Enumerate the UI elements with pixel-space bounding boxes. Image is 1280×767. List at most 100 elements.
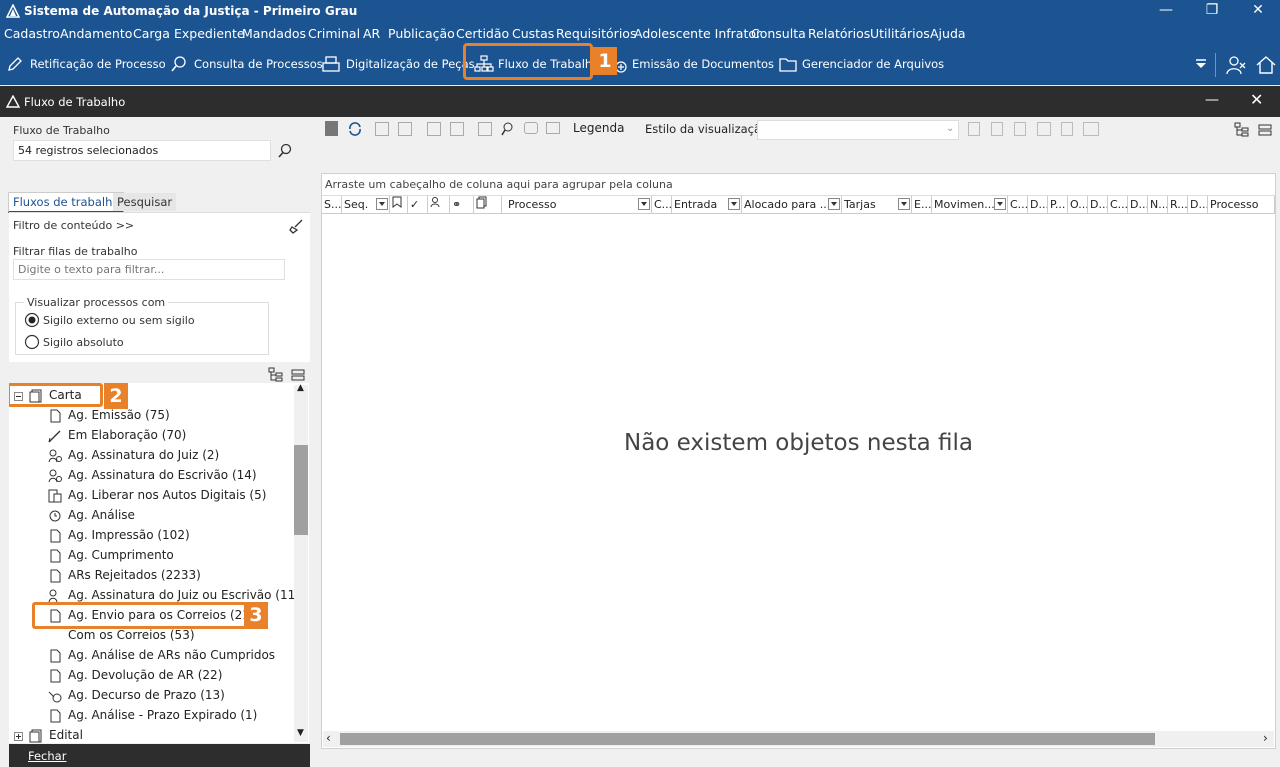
bookmark-icon bbox=[392, 196, 402, 208]
chevron-down-icon[interactable] bbox=[728, 198, 740, 210]
fluxo-select[interactable]: 54 registros selecionados bbox=[13, 140, 271, 161]
search-icon[interactable] bbox=[277, 143, 293, 159]
menu-ar[interactable]: AR bbox=[363, 26, 380, 41]
menu-ajuda[interactable]: Ajuda bbox=[930, 26, 966, 41]
action-icon[interactable] bbox=[427, 122, 441, 136]
action-icon[interactable] bbox=[546, 122, 560, 134]
col-seq[interactable]: Seq. bbox=[342, 196, 390, 213]
scroll-up-icon[interactable]: ▲ bbox=[297, 383, 304, 393]
col-c3[interactable]: C... bbox=[1108, 196, 1128, 213]
menu-utilitarios[interactable]: Utilitários bbox=[870, 26, 930, 41]
filtro-conteudo-link[interactable]: Filtro de conteúdo >> bbox=[13, 219, 134, 232]
col-d2[interactable]: D... bbox=[1088, 196, 1108, 213]
col-c1[interactable]: C... bbox=[652, 196, 672, 213]
col-d4[interactable]: D... bbox=[1188, 196, 1208, 213]
edit-style-icon[interactable] bbox=[1014, 122, 1026, 136]
col-movimento[interactable]: Movimen... bbox=[932, 196, 1008, 213]
legenda-button[interactable]: Legenda bbox=[573, 121, 624, 135]
radio-sigilo-absoluto-icon[interactable] bbox=[24, 334, 40, 350]
grid-hscrollbar[interactable]: ‹ › bbox=[323, 731, 1274, 747]
document-icon bbox=[50, 569, 61, 583]
menu-consulta[interactable]: Consulta bbox=[751, 26, 806, 41]
col-check[interactable]: ✓ bbox=[408, 196, 428, 213]
col-n[interactable]: N... bbox=[1148, 196, 1168, 213]
tab-fluxos[interactable]: Fluxos de trabalho bbox=[8, 192, 125, 213]
tree-scrollbar[interactable]: ▲ ▼ bbox=[294, 383, 308, 742]
col-bookmark[interactable] bbox=[390, 196, 408, 213]
close-icon[interactable]: ✕ bbox=[1236, 0, 1280, 23]
col-alocado[interactable]: Alocado para ... bbox=[742, 196, 842, 213]
col-users[interactable] bbox=[428, 196, 450, 213]
menu-custas[interactable]: Custas bbox=[512, 26, 554, 41]
collapse-all-icon[interactable] bbox=[1258, 122, 1272, 138]
scroll-down-icon[interactable]: ▼ bbox=[297, 728, 304, 738]
col-d1[interactable]: D... bbox=[1028, 196, 1048, 213]
menu-criminal[interactable]: Criminal bbox=[308, 26, 360, 41]
action-icon[interactable] bbox=[375, 122, 389, 136]
col-processo[interactable]: Processo bbox=[502, 196, 652, 213]
menu-mandados[interactable]: Mandados bbox=[242, 26, 306, 41]
menu-adolescente-infrator[interactable]: Adolescente Infrator bbox=[634, 26, 761, 41]
filtrar-input[interactable] bbox=[13, 259, 285, 280]
columns-icon[interactable] bbox=[1037, 122, 1051, 136]
col-s[interactable]: S... bbox=[322, 196, 342, 213]
comment-icon[interactable] bbox=[524, 122, 538, 134]
menu-carga[interactable]: Carga bbox=[133, 26, 170, 41]
radio-sigilo-externo-label[interactable]: Sigilo externo ou sem sigilo bbox=[43, 314, 195, 327]
estilo-select[interactable]: ⌄ bbox=[757, 120, 959, 140]
chevron-down-icon[interactable] bbox=[994, 198, 1006, 210]
users-icon[interactable] bbox=[1225, 54, 1247, 76]
minimize-icon[interactable]: — bbox=[1144, 0, 1188, 23]
menu-andamento[interactable]: Andamento bbox=[60, 26, 132, 41]
refresh-icon[interactable] bbox=[347, 121, 363, 137]
scrollbar-thumb[interactable] bbox=[294, 445, 308, 535]
menu-cadastro[interactable]: Cadastro bbox=[4, 26, 60, 41]
menu-expediente[interactable]: Expediente bbox=[174, 26, 245, 41]
col-link[interactable]: ⚭ bbox=[450, 196, 474, 213]
delete-style-icon[interactable] bbox=[991, 122, 1003, 136]
home-icon[interactable] bbox=[1255, 54, 1277, 76]
broom-icon[interactable] bbox=[288, 218, 304, 234]
chevron-down-icon[interactable] bbox=[898, 198, 910, 210]
radio-sigilo-absoluto-label[interactable]: Sigilo absoluto bbox=[43, 336, 124, 349]
scroll-right-icon[interactable]: › bbox=[1263, 731, 1268, 745]
stop-icon[interactable] bbox=[325, 121, 338, 136]
expand-all-icon[interactable] bbox=[1234, 122, 1250, 138]
expand-tree-icon[interactable] bbox=[268, 367, 284, 383]
list-icon[interactable] bbox=[1061, 122, 1073, 136]
action-icon[interactable] bbox=[478, 122, 492, 136]
save-style-icon[interactable] bbox=[968, 122, 980, 136]
col-o[interactable]: O... bbox=[1068, 196, 1088, 213]
col-entrada[interactable]: Entrada bbox=[672, 196, 742, 213]
dropdown-arrow-icon[interactable] bbox=[1194, 58, 1208, 72]
view-process-icon[interactable] bbox=[500, 121, 516, 137]
scrollbar-thumb[interactable] bbox=[340, 733, 1155, 745]
col-c2[interactable]: C... bbox=[1008, 196, 1028, 213]
action-icon[interactable] bbox=[398, 122, 412, 136]
col-tarjas[interactable]: Tarjas bbox=[842, 196, 912, 213]
menu-certidao[interactable]: Certidão bbox=[456, 26, 509, 41]
menu-relatorios[interactable]: Relatórios bbox=[808, 26, 870, 41]
panel-close-icon[interactable]: ✕ bbox=[1250, 90, 1263, 109]
col-processo2[interactable]: Processo bbox=[1208, 196, 1275, 213]
panel-minimize-icon[interactable]: — bbox=[1205, 92, 1219, 108]
restore-icon[interactable]: ❐ bbox=[1190, 0, 1234, 23]
chevron-down-icon[interactable] bbox=[376, 198, 388, 210]
radio-sigilo-externo-icon[interactable] bbox=[24, 312, 40, 328]
col-d3[interactable]: D... bbox=[1128, 196, 1148, 213]
chevron-down-icon[interactable] bbox=[828, 198, 840, 210]
col-e[interactable]: E... bbox=[912, 196, 932, 213]
col-p[interactable]: P... bbox=[1048, 196, 1068, 213]
col-docs[interactable] bbox=[474, 196, 502, 213]
menu-publicacao[interactable]: Publicação bbox=[388, 26, 455, 41]
grid-icon[interactable] bbox=[1083, 122, 1099, 136]
col-r[interactable]: R... bbox=[1168, 196, 1188, 213]
menu-requisitorios[interactable]: Requisitórios bbox=[556, 26, 636, 41]
action-icon[interactable] bbox=[450, 122, 464, 136]
chevron-down-icon[interactable] bbox=[638, 198, 650, 210]
expand-node-icon[interactable] bbox=[14, 732, 23, 741]
collapse-tree-icon[interactable] bbox=[291, 367, 305, 383]
scroll-left-icon[interactable]: ‹ bbox=[326, 731, 331, 745]
fechar-button[interactable]: Fechar bbox=[9, 744, 310, 767]
tab-pesquisar[interactable]: Pesquisar bbox=[113, 193, 177, 211]
